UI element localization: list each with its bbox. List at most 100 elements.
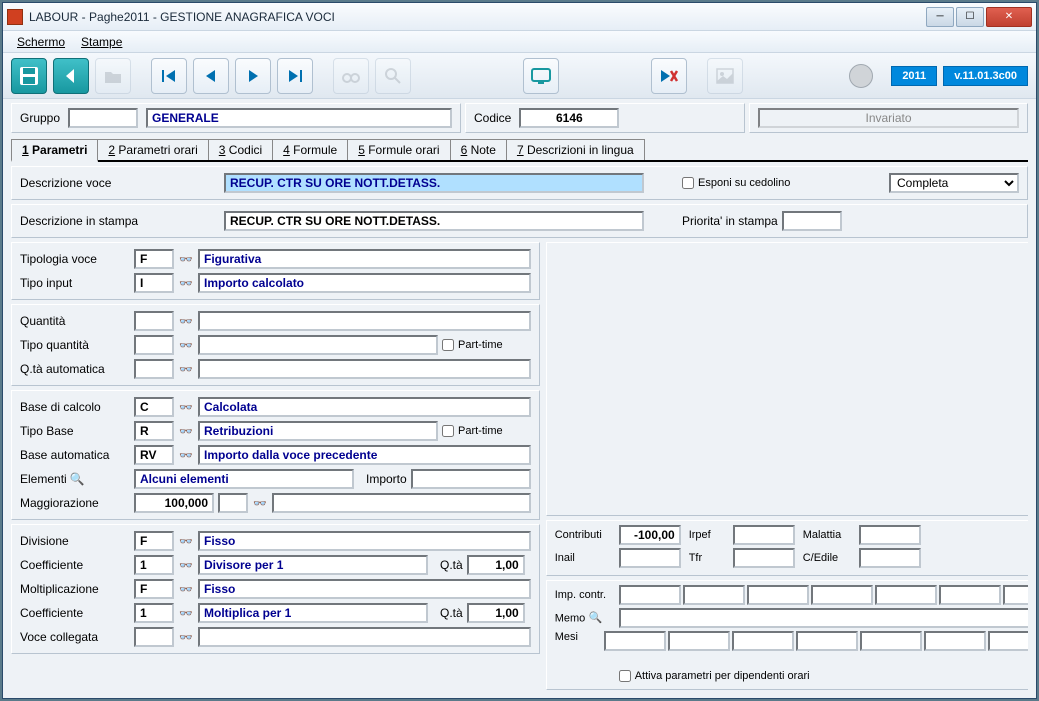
menu-stampe[interactable]: Stampe	[73, 33, 130, 51]
qta-div-input[interactable]	[467, 555, 525, 575]
close-button[interactable]: ✕	[986, 7, 1032, 27]
binoculars-icon[interactable]: 👓	[178, 533, 194, 549]
moltiplicazione-code[interactable]	[134, 579, 174, 599]
tipo-quantita-code[interactable]	[134, 335, 174, 355]
divisione-code[interactable]	[134, 531, 174, 551]
memo-input[interactable]	[619, 608, 1028, 628]
binoculars-icon[interactable]: 👓	[252, 495, 268, 511]
mesi-box[interactable]	[668, 631, 730, 651]
binoculars-icon[interactable]: 👓	[178, 557, 194, 573]
impcontr-box[interactable]	[1003, 585, 1028, 605]
tab-formule-orari[interactable]: 5 Formule orari	[347, 139, 450, 160]
impcontr-box[interactable]	[939, 585, 1001, 605]
coefficiente-div-code[interactable]	[134, 555, 174, 575]
tab-descrizioni-lingua[interactable]: 7 Descrizioni in lingua	[506, 139, 645, 160]
parttime-quantita-checkbox[interactable]: Part-time	[442, 339, 503, 351]
tipologia-voce-code[interactable]	[134, 249, 174, 269]
impcontr-box[interactable]	[683, 585, 745, 605]
divisione-desc[interactable]	[198, 531, 531, 551]
qta-automatica-desc[interactable]	[198, 359, 531, 379]
descrizione-stampa-input[interactable]	[224, 211, 644, 231]
tab-formule[interactable]: 4 Formule	[272, 139, 348, 160]
mesi-box[interactable]	[796, 631, 858, 651]
binoculars-icon[interactable]: 👓	[178, 313, 194, 329]
back-button[interactable]	[53, 58, 89, 94]
tipo-quantita-desc[interactable]	[198, 335, 438, 355]
tipo-input-desc[interactable]	[198, 273, 531, 293]
elementi-desc[interactable]	[134, 469, 354, 489]
contributi-input[interactable]	[619, 525, 681, 545]
mesi-box[interactable]	[604, 631, 666, 651]
tab-note[interactable]: 6 Note	[450, 139, 507, 160]
mesi-box[interactable]	[860, 631, 922, 651]
gruppo-code-input[interactable]	[68, 108, 138, 128]
base-calcolo-code[interactable]	[134, 397, 174, 417]
malattia-input[interactable]	[859, 525, 921, 545]
attiva-parametri-checkbox[interactable]: Attiva parametri per dipendenti orari	[619, 670, 810, 682]
impcontr-box[interactable]	[875, 585, 937, 605]
prev-button[interactable]	[193, 58, 229, 94]
tab-codici[interactable]: 3 Codici	[208, 139, 273, 160]
base-automatica-code[interactable]	[134, 445, 174, 465]
inail-input[interactable]	[619, 548, 681, 568]
tab-parametri-orari[interactable]: 2 Parametri orari	[97, 139, 208, 160]
tipo-base-desc[interactable]	[198, 421, 438, 441]
quantita-desc[interactable]	[198, 311, 531, 331]
magnifier-icon[interactable]: 🔍	[588, 611, 602, 625]
tipologia-voce-desc[interactable]	[198, 249, 531, 269]
binoculars-icon[interactable]: 👓	[178, 275, 194, 291]
irpef-input[interactable]	[733, 525, 795, 545]
impcontr-box[interactable]	[811, 585, 873, 605]
maggiorazione-desc[interactable]	[272, 493, 531, 513]
screen-button[interactable]	[523, 58, 559, 94]
menu-schermo[interactable]: Schermo	[9, 33, 73, 51]
minimize-button[interactable]: ─	[926, 7, 954, 27]
binoculars-icon[interactable]: 👓	[178, 361, 194, 377]
delete-play-button[interactable]	[651, 58, 687, 94]
qta-automatica-code[interactable]	[134, 359, 174, 379]
maggiorazione-extra[interactable]	[218, 493, 248, 513]
mesi-box[interactable]	[988, 631, 1028, 651]
binoculars-icon[interactable]: 👓	[178, 423, 194, 439]
mesi-box[interactable]	[924, 631, 986, 651]
tipo-base-code[interactable]	[134, 421, 174, 441]
base-calcolo-desc[interactable]	[198, 397, 531, 417]
maximize-button[interactable]: ☐	[956, 7, 984, 27]
cedile-input[interactable]	[859, 548, 921, 568]
voce-collegata-desc[interactable]	[198, 627, 531, 647]
binoculars-icon[interactable]: 👓	[178, 251, 194, 267]
binoculars-icon[interactable]: 👓	[178, 447, 194, 463]
coefficiente-div-desc[interactable]	[198, 555, 428, 575]
maggiorazione-input[interactable]	[134, 493, 214, 513]
mesi-box[interactable]	[732, 631, 794, 651]
first-button[interactable]	[151, 58, 187, 94]
voce-collegata-code[interactable]	[134, 627, 174, 647]
binoculars-icon[interactable]: 👓	[178, 605, 194, 621]
save-button[interactable]	[11, 58, 47, 94]
impcontr-box[interactable]	[747, 585, 809, 605]
importo-input[interactable]	[411, 469, 531, 489]
qta-molt-input[interactable]	[467, 603, 525, 623]
impcontr-box[interactable]	[619, 585, 681, 605]
esponi-cedolino-checkbox[interactable]: Esponi su cedolino	[682, 177, 790, 189]
priorita-stampa-input[interactable]	[782, 211, 842, 231]
binoculars-icon[interactable]: 👓	[178, 337, 194, 353]
last-button[interactable]	[277, 58, 313, 94]
gruppo-desc-input[interactable]	[146, 108, 452, 128]
parttime-base-checkbox[interactable]: Part-time	[442, 425, 503, 437]
descrizione-voce-input[interactable]	[224, 173, 644, 193]
coefficiente-molt-code[interactable]	[134, 603, 174, 623]
tfr-input[interactable]	[733, 548, 795, 568]
tipo-input-code[interactable]	[134, 273, 174, 293]
next-button[interactable]	[235, 58, 271, 94]
esponi-select[interactable]: Completa	[889, 173, 1019, 193]
tab-parametri[interactable]: 1 Parametri	[11, 139, 98, 162]
quantita-input[interactable]	[134, 311, 174, 331]
magnifier-icon[interactable]: 🔍	[70, 472, 84, 486]
coefficiente-molt-desc[interactable]	[198, 603, 428, 623]
codice-input[interactable]	[519, 108, 619, 128]
base-automatica-desc[interactable]	[198, 445, 531, 465]
binoculars-icon[interactable]: 👓	[178, 399, 194, 415]
binoculars-icon[interactable]: 👓	[178, 581, 194, 597]
binoculars-icon[interactable]: 👓	[178, 629, 194, 645]
